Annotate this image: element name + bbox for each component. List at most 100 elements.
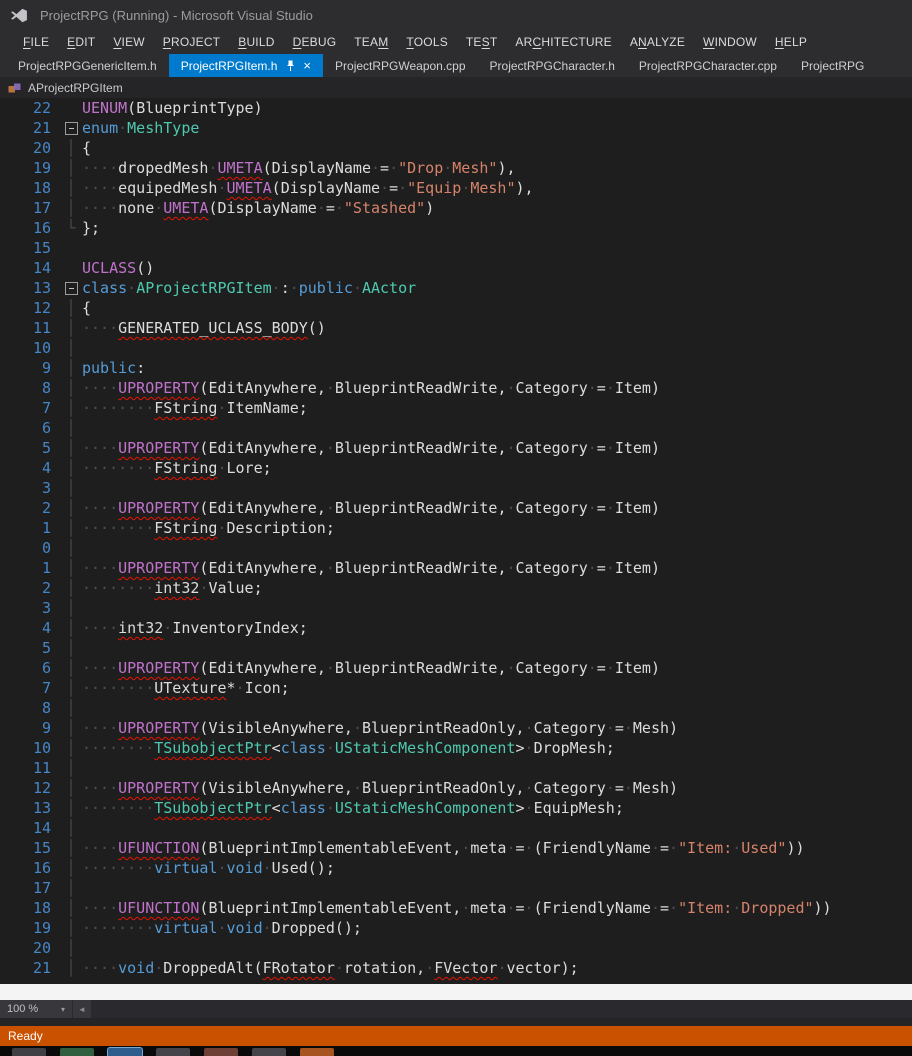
taskbar-icon[interactable]: [156, 1048, 190, 1056]
taskbar-icon[interactable]: [108, 1048, 142, 1056]
fold-gutter: │: [60, 658, 82, 678]
line-number: 0: [0, 538, 60, 558]
fold-gutter: │: [60, 498, 82, 518]
tab-close-icon[interactable]: ×: [303, 59, 311, 72]
code-text[interactable]: };: [82, 218, 912, 238]
fold-gutter: │: [60, 898, 82, 918]
menu-item-architecture[interactable]: ARCHITECTURE: [506, 31, 620, 53]
code-text[interactable]: ····UFUNCTION(BlueprintImplementableEven…: [82, 838, 912, 858]
taskbar-icon[interactable]: [204, 1048, 238, 1056]
code-line: 21│····void·DroppedAlt(FRotator·rotation…: [0, 958, 912, 978]
code-line: 20│{: [0, 138, 912, 158]
horizontal-scrollbar[interactable]: [0, 984, 912, 1000]
fold-gutter: │: [60, 398, 82, 418]
menu-item-tools[interactable]: TOOLS: [397, 31, 456, 53]
line-number: 16: [0, 858, 60, 878]
tab-ProjectRPGWeapon.cpp[interactable]: ProjectRPGWeapon.cpp: [323, 54, 478, 77]
taskbar: [0, 1046, 912, 1056]
code-text[interactable]: ····UPROPERTY(EditAnywhere,·BlueprintRea…: [82, 658, 912, 678]
tab-label: ProjectRPGGenericItem.h: [18, 59, 157, 73]
code-text[interactable]: [82, 598, 912, 618]
code-text[interactable]: ····UPROPERTY(EditAnywhere,·BlueprintRea…: [82, 378, 912, 398]
code-line: 9│····UPROPERTY(VisibleAnywhere,·Bluepri…: [0, 718, 912, 738]
code-text[interactable]: ········UTexture*·Icon;: [82, 678, 912, 698]
code-text[interactable]: [82, 238, 912, 258]
code-text[interactable]: ····UPROPERTY(VisibleAnywhere,·Blueprint…: [82, 778, 912, 798]
code-text[interactable]: UCLASS(): [82, 258, 912, 278]
menu-item-window[interactable]: WINDOW: [694, 31, 766, 53]
navbar-scope-dropdown[interactable]: AProjectRPGItem: [28, 81, 123, 95]
menu-item-edit[interactable]: EDIT: [58, 31, 104, 53]
menu-item-debug[interactable]: DEBUG: [284, 31, 346, 53]
code-text[interactable]: ····UPROPERTY(VisibleAnywhere,·Blueprint…: [82, 718, 912, 738]
taskbar-icon[interactable]: [300, 1048, 334, 1056]
scroll-left-arrow-icon[interactable]: ◄: [73, 1000, 92, 1018]
fold-gutter: │: [60, 818, 82, 838]
code-text[interactable]: ····equipedMesh·UMETA(DisplayName·=·"Equ…: [82, 178, 912, 198]
code-line: 2│········int32·Value;: [0, 578, 912, 598]
code-text[interactable]: ····GENERATED_UCLASS_BODY(): [82, 318, 912, 338]
code-text[interactable]: ········FString·ItemName;: [82, 398, 912, 418]
code-text[interactable]: [82, 698, 912, 718]
taskbar-icon[interactable]: [60, 1048, 94, 1056]
code-area[interactable]: 22UENUM(BlueprintType)21enum·MeshType20│…: [0, 98, 912, 984]
menu-item-test[interactable]: TEST: [457, 31, 506, 53]
code-text[interactable]: [82, 878, 912, 898]
code-line: 1│········FString·Description;: [0, 518, 912, 538]
taskbar-icon[interactable]: [252, 1048, 286, 1056]
tab-ProjectRPGCharacter.cpp[interactable]: ProjectRPGCharacter.cpp: [627, 54, 789, 77]
code-text[interactable]: ····UPROPERTY(EditAnywhere,·BlueprintRea…: [82, 498, 912, 518]
code-text[interactable]: [82, 818, 912, 838]
code-text[interactable]: ········virtual·void·Used();: [82, 858, 912, 878]
horizontal-scrollbar-track[interactable]: [92, 1000, 912, 1018]
menu-item-build[interactable]: BUILD: [229, 31, 283, 53]
code-text[interactable]: ········FString·Description;: [82, 518, 912, 538]
menu-item-project[interactable]: PROJECT: [154, 31, 229, 53]
code-text[interactable]: [82, 938, 912, 958]
code-text[interactable]: ········virtual·void·Dropped();: [82, 918, 912, 938]
code-text[interactable]: class·AProjectRPGItem·:·public·AActor: [82, 278, 912, 298]
code-text[interactable]: ········TSubobjectPtr<class·UStaticMeshC…: [82, 798, 912, 818]
code-text[interactable]: ····void·DroppedAlt(FRotator·rotation,·F…: [82, 958, 912, 978]
code-text[interactable]: ····int32·InventoryIndex;: [82, 618, 912, 638]
code-text[interactable]: UENUM(BlueprintType): [82, 98, 912, 118]
code-text[interactable]: [82, 638, 912, 658]
code-text[interactable]: [82, 478, 912, 498]
menu-item-team[interactable]: TEAM: [345, 31, 397, 53]
code-text[interactable]: ········FString·Lore;: [82, 458, 912, 478]
tab-ProjectRPG[interactable]: ProjectRPG: [789, 54, 876, 77]
zoom-dropdown[interactable]: 100 % ▾: [0, 1000, 73, 1018]
code-text[interactable]: ····none·UMETA(DisplayName·=·"Stashed"): [82, 198, 912, 218]
code-text[interactable]: [82, 758, 912, 778]
menu-item-analyze[interactable]: ANALYZE: [621, 31, 694, 53]
code-text[interactable]: ····UPROPERTY(EditAnywhere,·BlueprintRea…: [82, 558, 912, 578]
code-text[interactable]: ····dropedMesh·UMETA(DisplayName·=·"Drop…: [82, 158, 912, 178]
code-text[interactable]: ····UFUNCTION(BlueprintImplementableEven…: [82, 898, 912, 918]
tab-ProjectRPGGenericItem.h[interactable]: ProjectRPGGenericItem.h: [6, 54, 169, 77]
code-text[interactable]: [82, 538, 912, 558]
menu-item-help[interactable]: HELP: [766, 31, 816, 53]
line-number: 13: [0, 798, 60, 818]
code-line: 11│····GENERATED_UCLASS_BODY(): [0, 318, 912, 338]
line-number: 6: [0, 418, 60, 438]
code-text[interactable]: enum·MeshType: [82, 118, 912, 138]
taskbar-icon[interactable]: [12, 1048, 46, 1056]
code-text[interactable]: ········int32·Value;: [82, 578, 912, 598]
code-text[interactable]: {: [82, 138, 912, 158]
code-line: 16└};: [0, 218, 912, 238]
tab-ProjectRPGCharacter.h[interactable]: ProjectRPGCharacter.h: [478, 54, 627, 77]
menu-item-view[interactable]: VIEW: [104, 31, 153, 53]
code-text[interactable]: public:: [82, 358, 912, 378]
pin-icon[interactable]: [286, 60, 295, 72]
code-text[interactable]: [82, 418, 912, 438]
code-line: 6│····UPROPERTY(EditAnywhere,·BlueprintR…: [0, 658, 912, 678]
code-text[interactable]: ········TSubobjectPtr<class·UStaticMeshC…: [82, 738, 912, 758]
code-text[interactable]: {: [82, 298, 912, 318]
tab-ProjectRPGItem.h[interactable]: ProjectRPGItem.h×: [169, 54, 323, 77]
menu-item-file[interactable]: FILE: [14, 31, 58, 53]
code-text[interactable]: [82, 338, 912, 358]
fold-toggle-icon[interactable]: [60, 118, 82, 138]
code-line: 19│········virtual·void·Dropped();: [0, 918, 912, 938]
code-text[interactable]: ····UPROPERTY(EditAnywhere,·BlueprintRea…: [82, 438, 912, 458]
fold-toggle-icon[interactable]: [60, 278, 82, 298]
